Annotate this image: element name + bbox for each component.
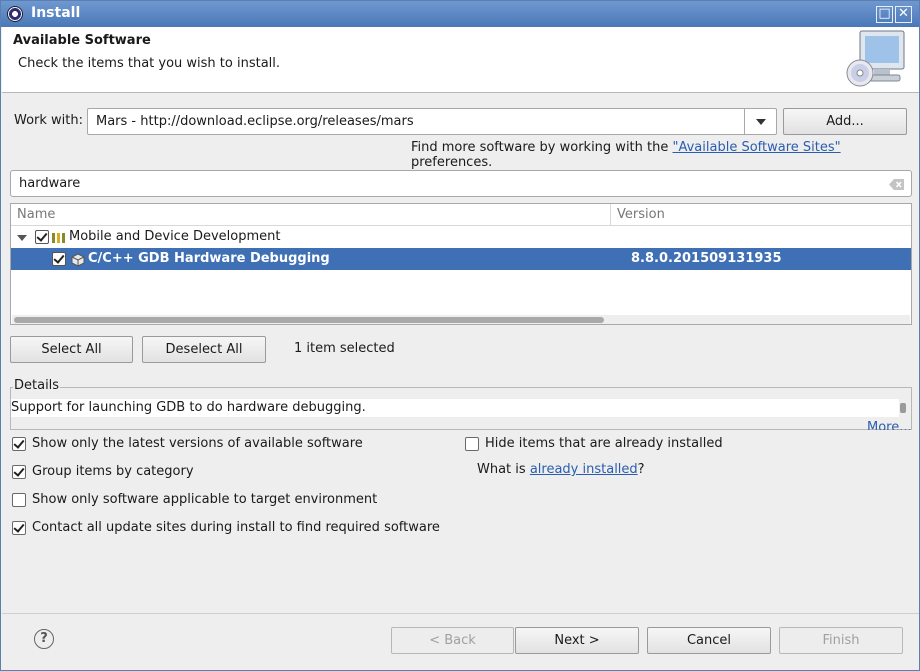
target-environment-label[interactable]: Show only software applicable to target …	[32, 492, 377, 507]
details-textbox: Support for launching GDB to do hardware…	[11, 399, 899, 417]
available-sites-hint: Find more software by working with the "…	[411, 140, 919, 170]
latest-versions-label[interactable]: Show only the latest versions of availab…	[32, 436, 363, 451]
help-icon[interactable]: ?	[34, 629, 54, 649]
footer-separator	[2, 613, 919, 614]
more-details-link[interactable]: More...	[867, 420, 912, 430]
column-separator	[610, 204, 611, 226]
hide-installed-checkbox[interactable]	[465, 437, 479, 451]
feature-version: 8.8.0.201509131935	[631, 251, 782, 266]
selection-count: 1 item selected	[294, 341, 395, 356]
category-label: Mobile and Device Development	[69, 229, 281, 244]
add-site-button[interactable]: Add...	[783, 108, 907, 135]
combo-dropdown-button[interactable]	[744, 109, 776, 134]
feature-label: C/C++ GDB Hardware Debugging	[88, 251, 330, 266]
target-environment-checkbox[interactable]	[12, 493, 26, 507]
latest-versions-checkbox[interactable]	[12, 437, 26, 451]
contact-update-sites-label[interactable]: Contact all update sites during install …	[32, 520, 440, 535]
what-is-installed: What is already installed?	[477, 462, 645, 477]
work-with-value: Mars - http://download.eclipse.org/relea…	[96, 114, 414, 129]
work-with-label: Work with:	[14, 113, 84, 128]
filter-input[interactable]: hardware	[10, 170, 912, 197]
column-name-header[interactable]: Name	[17, 207, 55, 222]
category-checkbox[interactable]	[35, 230, 49, 244]
scrollbar-thumb[interactable]	[14, 317, 604, 323]
hide-installed-label[interactable]: Hide items that are already installed	[485, 436, 723, 451]
maximize-button[interactable]: □	[876, 6, 893, 23]
select-all-button[interactable]: Select All	[10, 336, 133, 363]
feature-plugin-icon	[71, 253, 85, 267]
page-title: Available Software	[13, 33, 151, 48]
close-button[interactable]: ✕	[895, 6, 912, 23]
group-by-category-checkbox[interactable]	[12, 465, 26, 479]
software-tree[interactable]: Name Version Mobile and Device Developme…	[10, 203, 912, 325]
details-legend: Details	[13, 378, 61, 393]
install-dialog: Install □ ✕ Available Software Check the…	[0, 0, 920, 671]
what-is-prefix: What is	[477, 462, 526, 477]
details-description: Support for launching GDB to do hardware…	[11, 400, 366, 415]
already-installed-link[interactable]: already installed	[530, 462, 638, 477]
details-scrollbar[interactable]	[899, 401, 907, 415]
back-button[interactable]: < Back	[391, 627, 514, 654]
clear-filter-icon[interactable]	[889, 179, 905, 190]
details-scrollbar-thumb[interactable]	[900, 403, 906, 413]
tree-header: Name Version	[11, 204, 911, 226]
page-description: Check the items that you wish to install…	[18, 56, 281, 71]
install-wizard-icon	[846, 30, 905, 87]
work-with-combo[interactable]: Mars - http://download.eclipse.org/relea…	[87, 108, 777, 135]
eclipse-icon	[7, 6, 23, 22]
wizard-banner: Available Software Check the items that …	[2, 27, 919, 93]
tree-row-category[interactable]: Mobile and Device Development	[11, 226, 911, 248]
group-by-category-label[interactable]: Group items by category	[32, 464, 194, 479]
column-version-header[interactable]: Version	[617, 207, 665, 222]
horizontal-scrollbar[interactable]	[12, 315, 910, 324]
filter-value: hardware	[19, 176, 81, 191]
title-bar: Install □ ✕	[1, 1, 919, 27]
chevron-down-icon	[756, 119, 766, 125]
expand-collapse-icon[interactable]	[17, 235, 27, 241]
next-button[interactable]: Next >	[515, 627, 639, 654]
what-is-suffix: ?	[637, 462, 645, 477]
feature-checkbox[interactable]	[52, 252, 66, 266]
cancel-button[interactable]: Cancel	[647, 627, 771, 654]
available-software-sites-link[interactable]: "Available Software Sites"	[673, 140, 841, 155]
hint-suffix: preferences.	[411, 155, 493, 170]
window-title: Install	[31, 5, 81, 21]
tree-row-feature[interactable]: C/C++ GDB Hardware Debugging 8.8.0.20150…	[11, 248, 911, 270]
deselect-all-button[interactable]: Deselect All	[142, 336, 266, 363]
finish-button[interactable]: Finish	[779, 627, 903, 654]
contact-update-sites-checkbox[interactable]	[12, 521, 26, 535]
category-icon	[52, 233, 65, 243]
hint-prefix: Find more software by working with the	[411, 140, 669, 155]
